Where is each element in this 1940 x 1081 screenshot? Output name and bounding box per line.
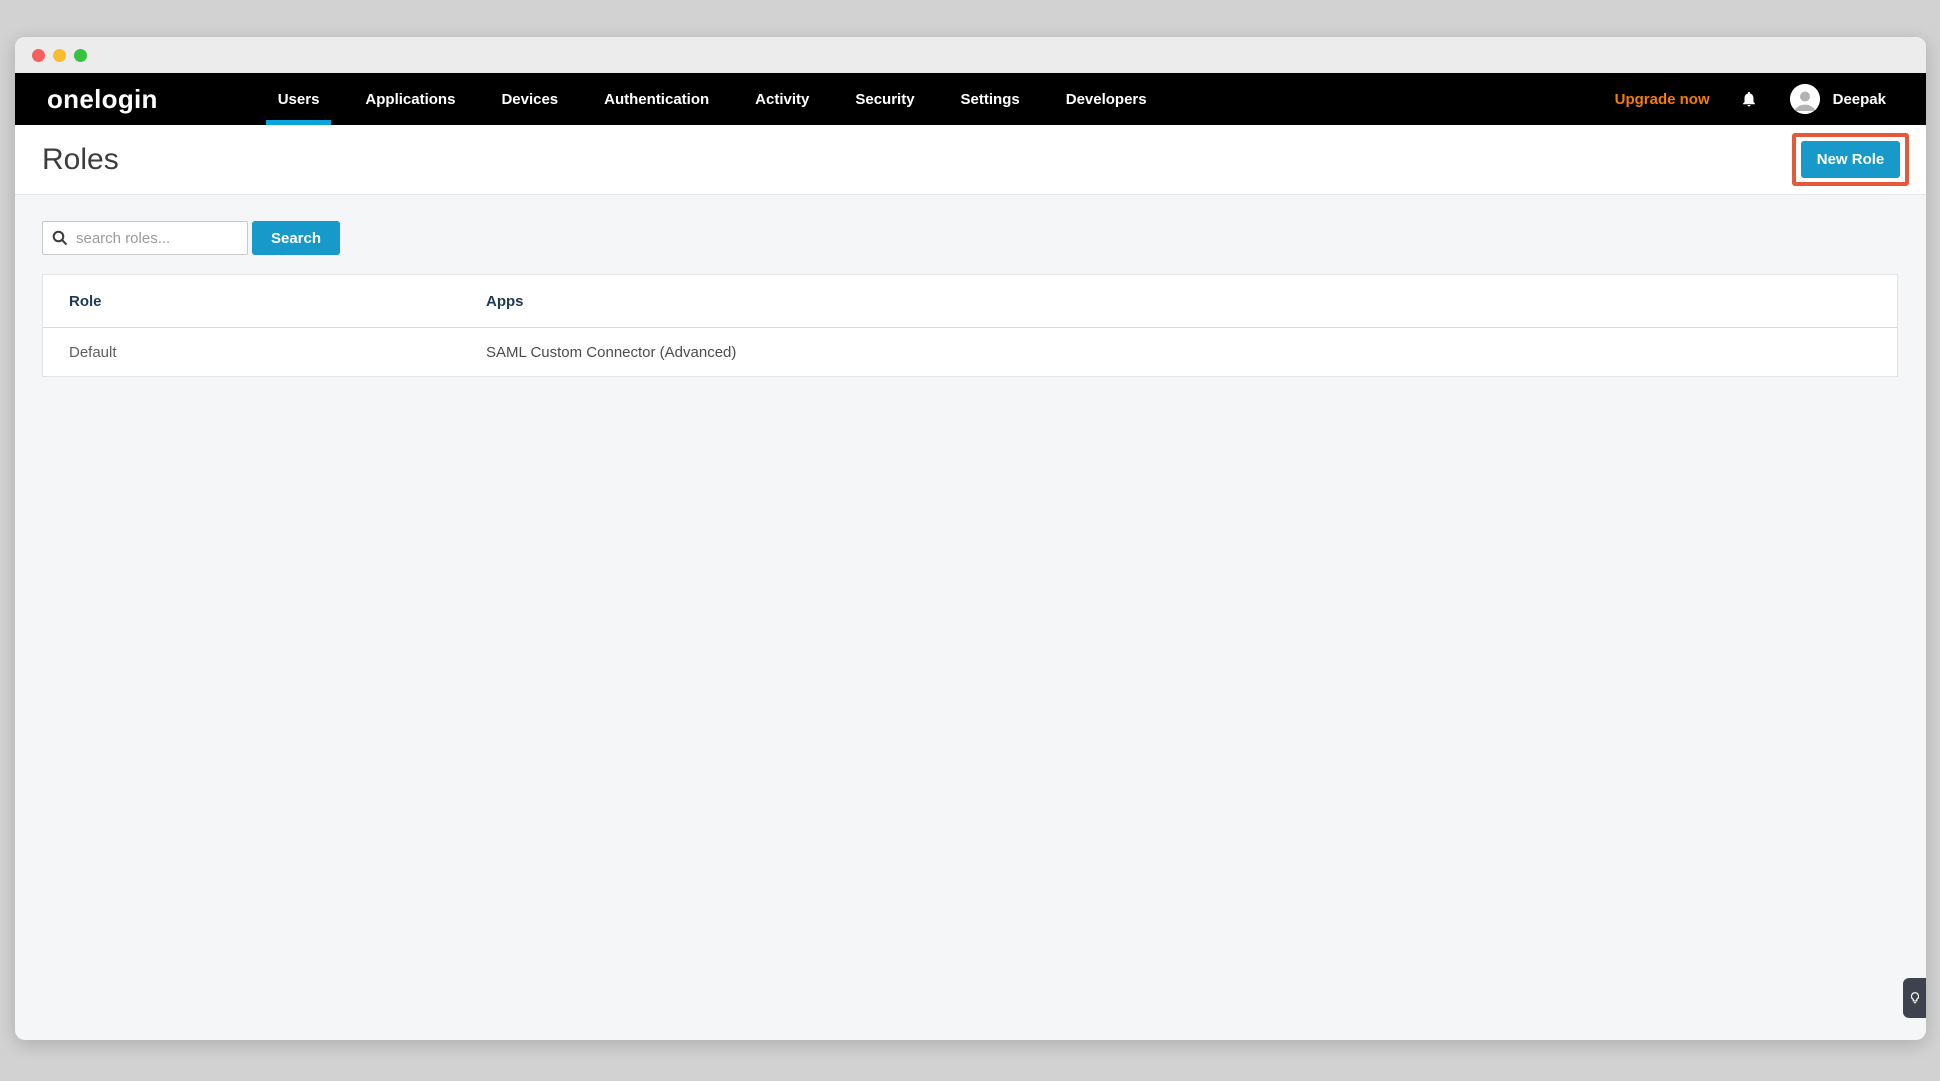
nav-item-settings[interactable]: Settings	[949, 73, 1032, 125]
column-header-role: Role	[43, 293, 460, 310]
page-title: Roles	[42, 143, 119, 177]
minimize-button[interactable]	[53, 49, 66, 62]
column-header-apps: Apps	[460, 293, 1897, 310]
window-titlebar	[15, 37, 1926, 73]
search-row: Search	[42, 221, 1898, 255]
new-role-button[interactable]: New Role	[1801, 141, 1900, 178]
nav-item-applications[interactable]: Applications	[353, 73, 467, 125]
nav-item-users[interactable]: Users	[266, 73, 332, 125]
main-content: Search Role Apps Default SAML Custom Con…	[15, 195, 1926, 377]
nav-menu: Users Applications Devices Authenticatio…	[266, 73, 1159, 125]
apps-cell: SAML Custom Connector (Advanced)	[460, 344, 1897, 361]
avatar	[1790, 84, 1820, 114]
lightbulb-icon	[1908, 991, 1922, 1005]
close-button[interactable]	[32, 49, 45, 62]
top-nav: onelogin Users Applications Devices Auth…	[15, 73, 1926, 125]
nav-item-activity[interactable]: Activity	[743, 73, 821, 125]
maximize-button[interactable]	[74, 49, 87, 62]
roles-table: Role Apps Default SAML Custom Connector …	[42, 274, 1898, 377]
nav-item-security[interactable]: Security	[843, 73, 926, 125]
table-header-row: Role Apps	[43, 275, 1897, 328]
nav-item-devices[interactable]: Devices	[489, 73, 570, 125]
table-row[interactable]: Default SAML Custom Connector (Advanced)	[43, 328, 1897, 376]
search-field-wrapper	[42, 221, 248, 255]
nav-right-group: Upgrade now Deepak	[1615, 73, 1886, 125]
nav-item-developers[interactable]: Developers	[1054, 73, 1159, 125]
role-cell[interactable]: Default	[43, 344, 460, 361]
notifications-bell-icon[interactable]	[1740, 88, 1760, 110]
search-input[interactable]	[42, 221, 248, 255]
user-menu[interactable]: Deepak	[1790, 84, 1886, 114]
onelogin-logo[interactable]: onelogin	[47, 84, 158, 115]
annotation-highlight-box: New Role	[1792, 133, 1909, 186]
help-lightbulb-tab[interactable]	[1903, 978, 1926, 1018]
search-button[interactable]: Search	[252, 221, 340, 255]
upgrade-now-link[interactable]: Upgrade now	[1615, 91, 1710, 108]
nav-item-authentication[interactable]: Authentication	[592, 73, 721, 125]
user-name: Deepak	[1833, 91, 1886, 108]
page-header: Roles New Role	[15, 125, 1926, 195]
app-window: onelogin Users Applications Devices Auth…	[15, 37, 1926, 1040]
